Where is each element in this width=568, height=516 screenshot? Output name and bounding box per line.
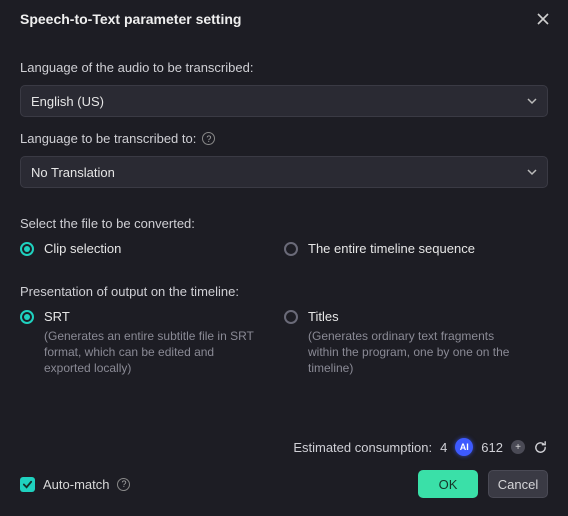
help-icon[interactable]: ? (117, 478, 130, 491)
radio-srt-label: SRT (44, 309, 264, 324)
file-select-group: Clip selection The entire timeline seque… (20, 241, 548, 256)
radio-srt-desc: (Generates an entire subtitle file in SR… (44, 328, 264, 377)
source-language-value: English (US) (31, 94, 104, 109)
action-buttons: OK Cancel (418, 470, 548, 498)
estimated-row: Estimated consumption: 4 AI 612 + (20, 438, 548, 456)
stt-settings-dialog: Speech-to-Text parameter setting Languag… (0, 0, 568, 516)
radio-srt[interactable]: SRT (Generates an entire subtitle file i… (20, 309, 284, 377)
presentation-label: Presentation of output on the timeline: (20, 284, 548, 299)
target-language-value: No Translation (31, 165, 115, 180)
radio-titles-texts: Titles (Generates ordinary text fragment… (308, 309, 528, 377)
file-select-label: Select the file to be converted: (20, 216, 548, 231)
chevron-down-icon (527, 94, 537, 109)
estimated-value: 4 (440, 440, 447, 455)
add-credits-button[interactable]: + (511, 440, 525, 454)
radio-srt-texts: SRT (Generates an entire subtitle file i… (44, 309, 264, 377)
credits-value: 612 (481, 440, 503, 455)
refresh-icon (533, 440, 548, 455)
ok-button[interactable]: OK (418, 470, 478, 498)
source-language-label: Language of the audio to be transcribed: (20, 60, 548, 75)
close-button[interactable] (534, 10, 552, 28)
automatch-label: Auto-match (43, 477, 109, 492)
estimated-label: Estimated consumption: (293, 440, 432, 455)
refresh-button[interactable] (533, 440, 548, 455)
radio-icon (284, 242, 298, 256)
ai-badge-icon: AI (455, 438, 473, 456)
radio-titles-label: Titles (308, 309, 528, 324)
automatch-checkbox[interactable]: Auto-match ? (20, 477, 130, 492)
checkbox-checked-icon (20, 477, 35, 492)
help-icon[interactable]: ? (202, 132, 215, 145)
target-language-select[interactable]: No Translation (20, 156, 548, 188)
radio-timeline-label: The entire timeline sequence (308, 241, 475, 256)
radio-icon (20, 242, 34, 256)
radio-titles[interactable]: Titles (Generates ordinary text fragment… (284, 309, 548, 377)
radio-clip-label: Clip selection (44, 241, 121, 256)
radio-icon (20, 310, 34, 324)
radio-icon (284, 310, 298, 324)
cancel-button[interactable]: Cancel (488, 470, 548, 498)
target-language-label: Language to be transcribed to: ? (20, 131, 548, 146)
target-language-label-text: Language to be transcribed to: (20, 131, 196, 146)
chevron-down-icon (527, 165, 537, 180)
dialog-footer: Estimated consumption: 4 AI 612 + Auto-m… (0, 426, 568, 516)
dialog-title: Speech-to-Text parameter setting (20, 11, 241, 27)
radio-entire-timeline[interactable]: The entire timeline sequence (284, 241, 548, 256)
presentation-group: SRT (Generates an entire subtitle file i… (20, 309, 548, 377)
close-icon (537, 13, 549, 25)
radio-clip-selection[interactable]: Clip selection (20, 241, 284, 256)
dialog-body: Language of the audio to be transcribed:… (0, 36, 568, 377)
button-row: Auto-match ? OK Cancel (20, 470, 548, 498)
radio-titles-desc: (Generates ordinary text fragments withi… (308, 328, 528, 377)
titlebar: Speech-to-Text parameter setting (0, 0, 568, 36)
source-language-select[interactable]: English (US) (20, 85, 548, 117)
